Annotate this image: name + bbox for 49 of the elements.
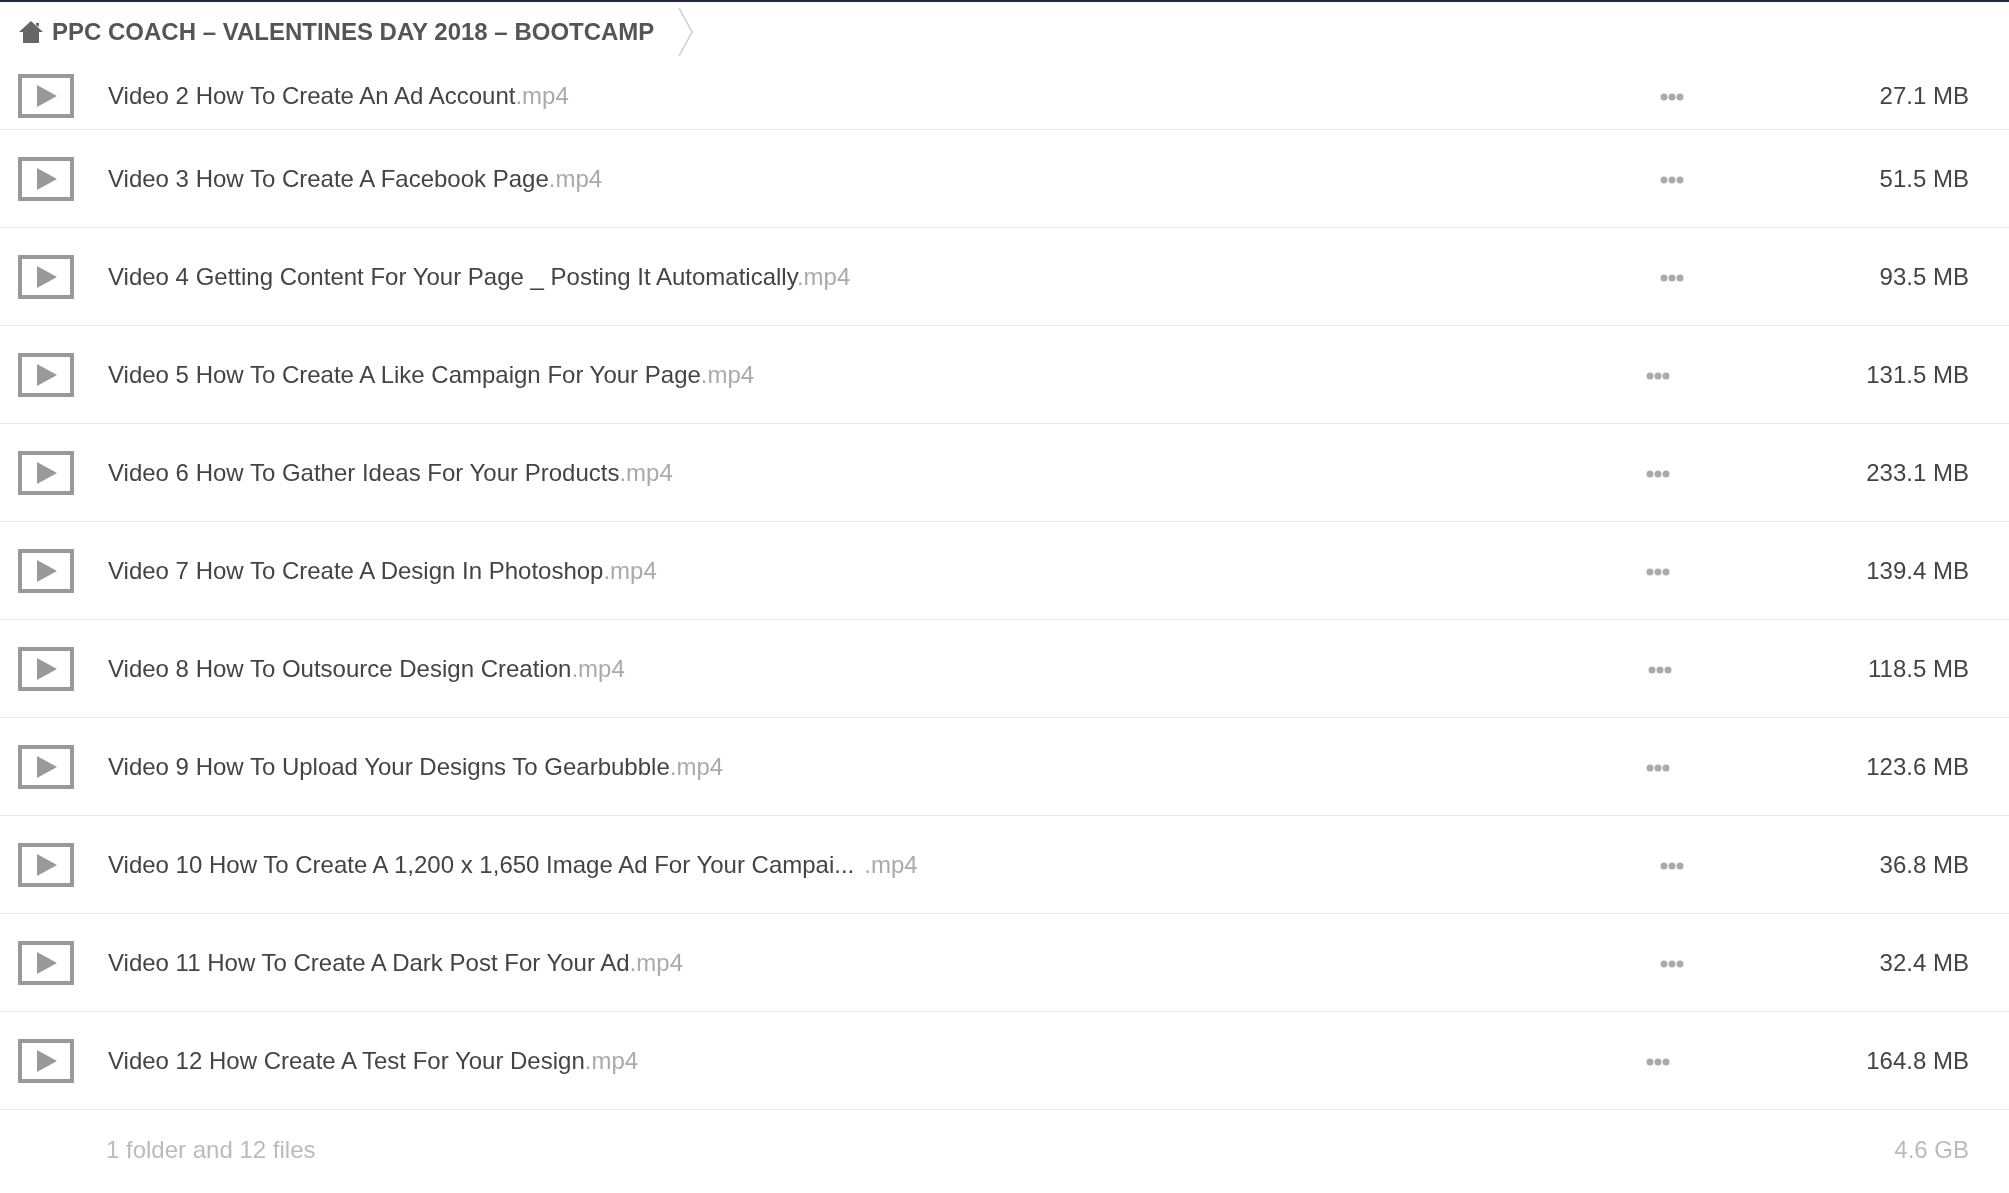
breadcrumb-title[interactable]: PPC COACH – VALENTINES DAY 2018 – BOOTCAMP	[52, 14, 655, 50]
more-options-icon[interactable]	[1659, 862, 1684, 871]
file-size: 118.5 MB	[1868, 653, 1969, 684]
more-options-icon[interactable]	[1646, 1058, 1671, 1067]
file-size: 27.1 MB	[1879, 80, 1969, 111]
video-file-icon	[18, 156, 74, 201]
file-name[interactable]: Video 4 Getting Content For Your Page _ Posting It Automatically.mp4	[108, 258, 851, 295]
more-options-icon[interactable]	[1648, 666, 1673, 675]
file-name[interactable]: Video 10 How To Create A 1,200 x 1,650 Image Ad For Your Campai... .mp4	[108, 846, 918, 883]
video-file-icon	[18, 73, 74, 118]
chevron-icon	[678, 7, 695, 57]
file-size: 51.5 MB	[1879, 163, 1969, 194]
file-name[interactable]: Video 6 How To Gather Ideas For Your Products.mp4	[108, 454, 673, 491]
file-name[interactable]: Video 11 How To Create A Dark Post For Your Ad.mp4	[108, 944, 683, 981]
file-name[interactable]: Video 5 How To Create A Like Campaign For Your Page.mp4	[108, 356, 755, 393]
file-size: 139.4 MB	[1866, 555, 1969, 586]
file-name[interactable]: Video 12 How Create A Test For Your Design.mp4	[108, 1042, 639, 1079]
video-file-icon	[18, 646, 74, 691]
file-size: 233.1 MB	[1866, 457, 1969, 488]
more-options-icon[interactable]	[1646, 568, 1671, 577]
more-options-icon[interactable]	[1646, 372, 1671, 381]
video-file-icon	[18, 352, 74, 397]
more-options-icon[interactable]	[1659, 960, 1684, 969]
file-name[interactable]: Video 7 How To Create A Design In Photoshop.mp4	[108, 552, 657, 589]
home-icon[interactable]	[18, 20, 44, 44]
video-file-icon	[18, 254, 74, 299]
video-file-icon	[18, 450, 74, 495]
video-file-icon	[18, 744, 74, 789]
more-options-icon[interactable]	[1646, 764, 1671, 773]
file-name[interactable]: Video 8 How To Outsource Design Creation.mp4	[108, 650, 625, 687]
video-file-icon	[18, 1038, 74, 1083]
file-size: 164.8 MB	[1866, 1045, 1969, 1076]
file-size: 32.4 MB	[1879, 947, 1969, 978]
more-options-icon[interactable]	[1659, 176, 1684, 185]
file-size: 131.5 MB	[1866, 359, 1969, 390]
video-file-icon	[18, 842, 74, 887]
more-options-icon[interactable]	[1659, 274, 1684, 283]
file-name[interactable]: Video 2 How To Create An Ad Account.mp4	[108, 77, 569, 114]
total-size: 4.6 GB	[1894, 1135, 1969, 1165]
file-name[interactable]: Video 3 How To Create A Facebook Page.mp4	[108, 160, 603, 197]
file-size: 123.6 MB	[1866, 751, 1969, 782]
more-options-icon[interactable]	[1659, 93, 1684, 102]
file-size: 93.5 MB	[1879, 261, 1969, 292]
more-options-icon[interactable]	[1646, 470, 1671, 479]
file-size: 36.8 MB	[1879, 849, 1969, 880]
video-file-icon	[18, 940, 74, 985]
folder-summary: 1 folder and 12 files	[106, 1135, 316, 1165]
file-name[interactable]: Video 9 How To Upload Your Designs To Gearbubble.mp4	[108, 748, 724, 785]
video-file-icon	[18, 548, 74, 593]
